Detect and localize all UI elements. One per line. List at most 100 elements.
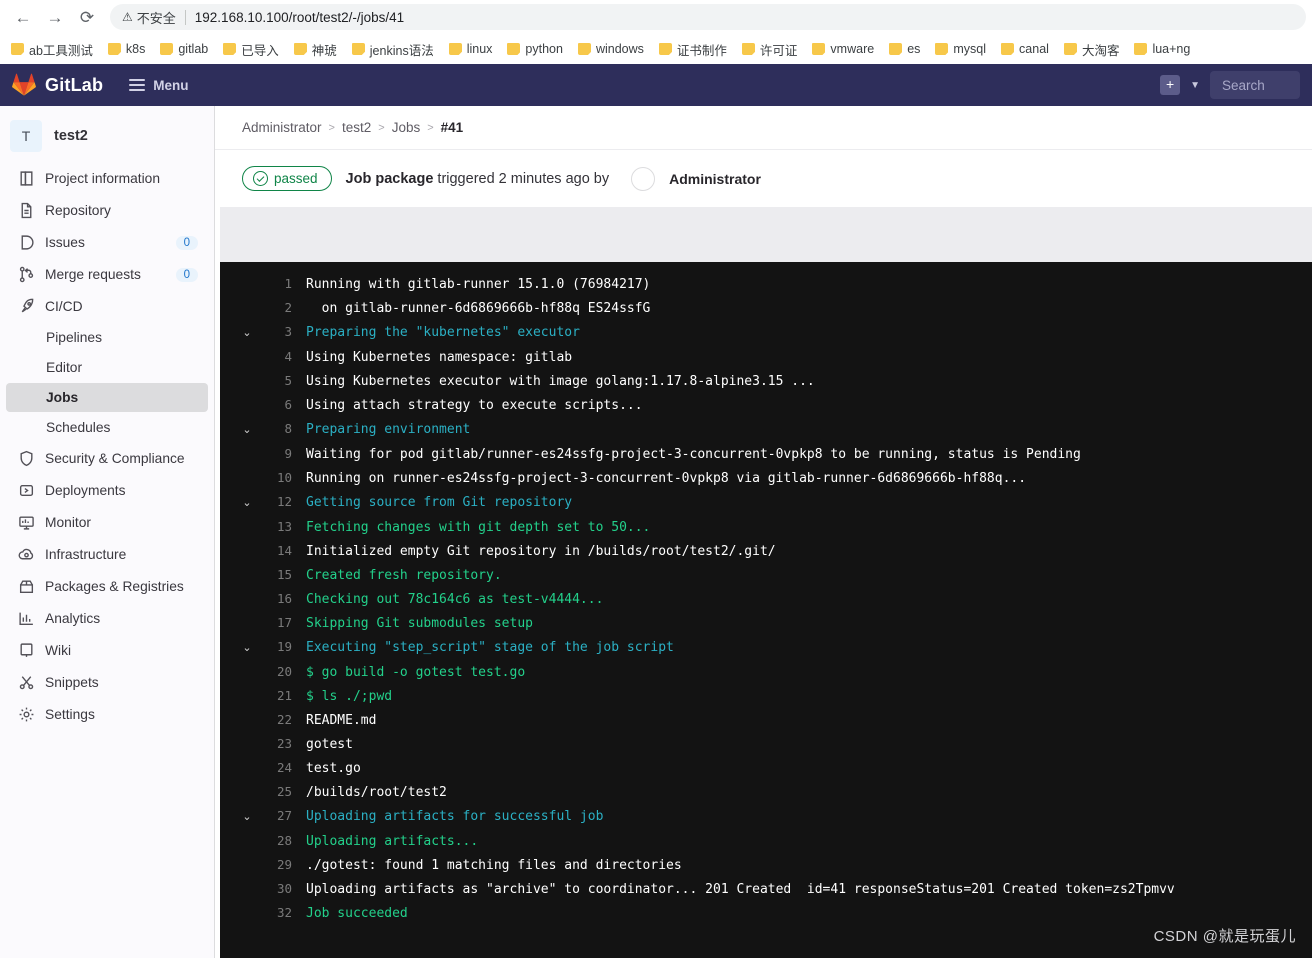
bookmark-item[interactable]: vmware [805,39,881,59]
log-line: 1 Running with gitlab-runner 15.1.0 (7698… [220,272,1312,296]
sidebar-item-security-compliance[interactable]: Security & Compliance [6,443,208,474]
bookmark-item[interactable]: 神琥 [287,37,344,62]
log-line-text: Fetching changes with git depth set to 5… [306,520,651,535]
sidebar-item-settings[interactable]: Settings [6,699,208,730]
bookmark-label: ab工具测试 [29,43,93,58]
log-line-number: 32 [276,905,292,920]
log-line-number: 21 [276,688,292,703]
sidebar-item-label: Merge requests [45,267,141,282]
plus-square-icon[interactable]: + [1160,75,1181,95]
log-line-text: Using Kubernetes executor with image gol… [306,374,815,389]
forward-arrow-icon[interactable]: → [40,2,70,32]
job-log-terminal[interactable]: 1 Running with gitlab-runner 15.1.0 (7698… [220,262,1312,958]
chevron-down-icon[interactable]: ⌄ [234,419,260,442]
job-user-name[interactable]: Administrator [669,171,761,187]
sidebar-item-pipelines[interactable]: Pipelines [6,323,208,352]
security-warning[interactable]: ⚠ 不安全 [122,8,176,27]
bookmark-item[interactable]: 大淘客 [1057,37,1127,62]
log-line-text: /builds/root/test2 [306,785,447,800]
sidebar-item-repository[interactable]: Repository [6,195,208,226]
sidebar-item-monitor[interactable]: Monitor [6,507,208,538]
breadcrumb-separator: > [328,121,335,134]
log-line-text: Uploading artifacts as "archive" to coor… [306,882,1175,897]
bookmark-item[interactable]: 证书制作 [652,37,734,62]
log-line: 10 Running on runner-es24ssfg-project-3-c… [220,466,1312,490]
address-bar[interactable]: ⚠ 不安全 192.168.10.100/root/test2/-/jobs/4… [110,4,1306,30]
folder-icon [1063,43,1077,55]
log-line-number: 5 [284,373,292,388]
chevron-down-icon[interactable]: ⌄ [234,492,260,515]
folder-icon [889,43,903,55]
bookmark-item[interactable]: mysql [928,39,993,59]
bookmark-item[interactable]: gitlab [153,39,215,59]
breadcrumb-item[interactable]: #41 [441,120,464,135]
sidebar-item-analytics[interactable]: Analytics [6,603,208,634]
sidebar-item-jobs[interactable]: Jobs [6,383,208,412]
breadcrumb-item[interactable]: Administrator [242,120,322,135]
sidebar-item-label: Deployments [45,483,126,498]
bookmark-item[interactable]: lua+ng [1127,39,1197,59]
chevron-down-icon[interactable]: ⌄ [234,322,260,345]
sidebar-item-issues[interactable]: Issues 0 [6,227,208,258]
bookmark-item[interactable]: es [882,39,927,59]
bookmark-item[interactable]: python [500,39,570,59]
chevron-down-icon[interactable]: ▼ [1190,80,1200,91]
bookmark-item[interactable]: k8s [101,39,152,59]
log-line-number: 13 [276,519,292,534]
status-badge[interactable]: passed [242,166,332,191]
search-input[interactable]: Search [1210,71,1300,99]
gitlab-wordmark: GitLab [45,74,104,95]
package-icon [18,578,35,595]
sidebar-item-merge-requests[interactable]: Merge requests 0 [6,259,208,290]
log-line-number: 19 [276,639,292,654]
sidebar-item-infrastructure[interactable]: Infrastructure [6,539,208,570]
bookmark-item[interactable]: canal [994,39,1056,59]
bookmark-item[interactable]: linux [442,39,500,59]
folder-icon [448,43,462,55]
log-line-text: Uploading artifacts for successful job [306,809,604,824]
main-content: Administrator > test2 > Jobs > #41 passed Job … [215,106,1312,958]
main-menu-button[interactable]: Menu [129,78,188,93]
breadcrumb-item[interactable]: test2 [342,120,371,135]
job-triggered-by: Administrator [631,166,761,191]
browser-nav-bar: ← → ⟳ ⚠ 不安全 192.168.10.100/root/test2/-/… [0,0,1312,34]
bookmark-item[interactable]: jenkins语法 [345,37,441,62]
sidebar-project-header[interactable]: T test2 [0,114,214,162]
bookmark-item[interactable]: windows [571,39,651,59]
log-line-number: 28 [276,833,292,848]
breadcrumb-item[interactable]: Jobs [392,120,421,135]
log-line: 5 Using Kubernetes executor with image go… [220,369,1312,393]
sidebar-item-deployments[interactable]: Deployments [6,475,208,506]
back-arrow-icon[interactable]: ← [8,2,38,32]
log-line: ⌄ 19 Executing "step_script" stage of the … [220,635,1312,660]
sidebar-item-editor[interactable]: Editor [6,353,208,382]
bookmark-label: linux [466,42,493,56]
sidebar-item-schedules[interactable]: Schedules [6,413,208,442]
warning-triangle-icon: ⚠ [122,10,133,24]
breadcrumb-separator: > [427,121,434,134]
log-line-text: Running with gitlab-runner 15.1.0 (76984… [306,277,651,292]
user-avatar[interactable] [631,166,656,191]
log-line: 6 Using attach strategy to execute script… [220,393,1312,417]
sidebar-nav-list: Project information Repository Issues 0 Merg… [0,163,214,730]
sidebar-item-snippets[interactable]: Snippets [6,667,208,698]
sidebar-item-ci-cd[interactable]: CI/CD [6,291,208,322]
app-body: T test2 Project information Repository Iss… [0,106,1312,958]
chevron-down-icon[interactable]: ⌄ [234,637,260,660]
bookmark-item[interactable]: ab工具测试 [4,37,100,62]
log-line-text: test.go [306,761,361,776]
sidebar-item-wiki[interactable]: Wiki [6,635,208,666]
bookmark-item[interactable]: 已导入 [216,37,286,62]
folder-icon [1134,43,1148,55]
log-line-text: $ go build -o gotest test.go [306,665,526,680]
bookmark-item[interactable]: 许可证 [735,37,805,62]
reload-icon[interactable]: ⟳ [72,2,102,32]
log-line: 22 README.md [220,708,1312,732]
log-line: 30 Uploading artifacts as "archive" to co… [220,877,1312,901]
sidebar-item-project-information[interactable]: Project information [6,163,208,194]
chevron-down-icon[interactable]: ⌄ [234,806,260,829]
gitlab-home-link[interactable]: GitLab [12,73,103,97]
sidebar-item-packages-registries[interactable]: Packages & Registries [6,571,208,602]
log-line-number: 30 [276,881,292,896]
log-line: 2 on gitlab-runner-6d6869666b-hf88q ES24… [220,296,1312,320]
